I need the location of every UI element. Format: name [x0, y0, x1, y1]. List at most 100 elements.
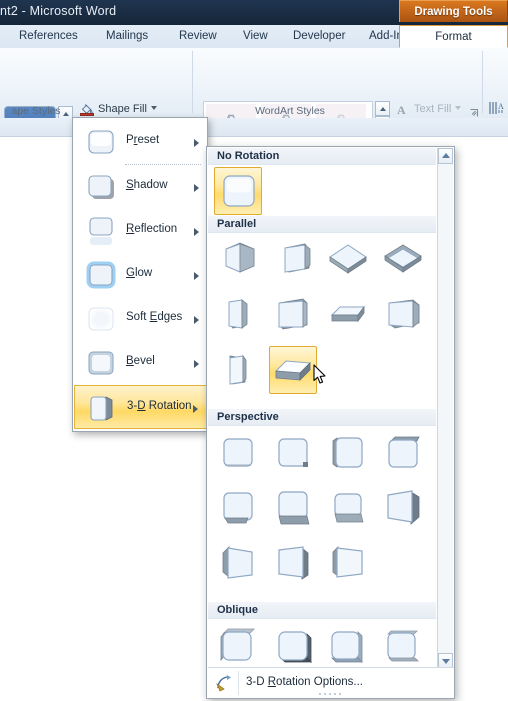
submenu-arrow-icon [193, 405, 198, 413]
text-fill-icon: A [396, 103, 410, 117]
rotation-preset-perspective-11[interactable] [324, 539, 372, 587]
submenu-arrow-icon [194, 272, 199, 280]
rotation-preset-perspective-8[interactable] [379, 484, 427, 532]
rotation-preset-parallel-9[interactable] [214, 346, 262, 394]
contextual-tab-label: Drawing Tools [399, 0, 508, 22]
rotation-thumb-icon [87, 393, 117, 423]
bevel-thumb-icon [86, 348, 116, 378]
menu-item-bevel-label: Bevel [126, 355, 155, 367]
rotation-preset-perspective-10[interactable] [269, 539, 317, 587]
svg-text:A: A [498, 102, 504, 111]
tab-developer[interactable]: Developer [282, 25, 356, 48]
rotation-preset-perspective-1[interactable] [214, 429, 262, 477]
menu-item-preset-label: Preset [126, 134, 160, 146]
menu-item-reflection[interactable]: Reflection [74, 209, 207, 253]
shape-styles-group-label: ape Styles [11, 105, 61, 117]
submenu-arrow-icon [194, 228, 199, 236]
menu-item-glow[interactable]: Glow [74, 253, 207, 297]
gallery-footer[interactable]: 3-D Rotation Options... [208, 667, 454, 697]
menu-item-3d-rotation-label: 3-D Rotation [127, 400, 192, 412]
menu-item-soft-edges[interactable]: Soft Edges [74, 297, 207, 341]
3d-rotation-options-label: 3-D Rotation Options... [246, 676, 363, 688]
rotation-preset-oblique-3[interactable] [324, 622, 372, 669]
resize-gripper[interactable] [319, 692, 343, 696]
rotation-preset-perspective-9[interactable] [214, 539, 262, 587]
group-divider [482, 51, 483, 113]
reflection-thumb-icon [86, 216, 116, 246]
chevron-down-icon[interactable] [150, 106, 157, 110]
rotation-preset-perspective-3[interactable] [324, 429, 372, 477]
soft-edges-thumb-icon [86, 304, 116, 334]
ribbon-tab-strip: References Mailings Review View Develope… [0, 25, 508, 49]
rotation-preset-perspective-7[interactable] [324, 484, 372, 532]
shape-fill-label: Shape Fill [98, 103, 147, 115]
menu-item-shadow-label: Shadow [126, 179, 168, 191]
rotation-options-icon [215, 674, 235, 692]
section-header-no-rotation: No Rotation [208, 148, 436, 165]
rotation-preset-parallel-4[interactable] [379, 236, 427, 284]
rotation-preset-parallel-1[interactable] [214, 236, 262, 284]
tab-references[interactable]: References [8, 25, 89, 48]
shape-effects-menu: Preset Shadow Reflection Glow Soft Edges… [72, 117, 208, 432]
submenu-arrow-icon [194, 360, 199, 368]
rotation-preset-parallel-10[interactable] [269, 346, 317, 394]
shape-fill-color-bar [80, 113, 94, 116]
menu-item-preset[interactable]: Preset [74, 120, 207, 164]
section-header-parallel-label: Parallel [217, 218, 257, 230]
menu-item-bevel[interactable]: Bevel [74, 341, 207, 385]
shape-fill-button[interactable]: Shape Fill [78, 101, 157, 118]
menu-item-3d-rotation[interactable]: 3-D Rotation [74, 385, 207, 429]
wordart-styles-group-label: WordArt Styles [255, 105, 325, 117]
3d-rotation-gallery: No Rotation Parallel Perspective Oblique… [206, 146, 455, 699]
menu-item-glow-label: Glow [126, 267, 153, 279]
rotation-preset-oblique-4[interactable] [379, 622, 427, 669]
section-header-perspective-label: Perspective [217, 411, 279, 423]
submenu-arrow-icon [194, 184, 199, 192]
text-direction-icon[interactable]: A [488, 100, 506, 116]
rotation-preset-parallel-5[interactable] [214, 291, 262, 339]
section-header-parallel: Parallel [208, 216, 436, 233]
footer-divider [238, 671, 239, 695]
submenu-arrow-icon [194, 139, 199, 147]
glow-thumb-icon [86, 260, 116, 290]
menu-item-shadow[interactable]: Shadow [74, 165, 207, 209]
mouse-cursor [313, 364, 327, 385]
rotation-preset-oblique-2[interactable] [269, 622, 317, 669]
wordart-dialog-launcher[interactable] [470, 108, 478, 117]
title-bar: nt2 - Microsoft Word Drawing Tools [0, 0, 508, 25]
rotation-preset-parallel-2[interactable] [269, 236, 317, 284]
section-header-oblique-label: Oblique [217, 604, 258, 616]
text-fill-label: Text Fill [414, 103, 452, 115]
rotation-preset-parallel-6[interactable] [269, 291, 317, 339]
menu-item-soft-edges-label: Soft Edges [126, 311, 183, 323]
section-header-perspective: Perspective [208, 409, 436, 426]
gallery-scroll-view: No Rotation Parallel Perspective Oblique [208, 148, 436, 669]
window-title: nt2 - Microsoft Word [0, 4, 117, 18]
gallery-scrollbar[interactable] [437, 148, 453, 669]
rotation-preset-perspective-5[interactable] [214, 484, 262, 532]
tab-review[interactable]: Review [168, 25, 228, 48]
menu-item-reflection-label: Reflection [126, 223, 178, 235]
tab-format[interactable]: Format [399, 25, 508, 48]
preset-thumb-icon [86, 127, 116, 157]
rotation-preset-perspective-4[interactable] [379, 429, 427, 477]
scroll-up-icon[interactable] [438, 148, 453, 164]
rotation-preset-parallel-3[interactable] [324, 236, 372, 284]
group-divider [192, 51, 193, 113]
rotation-preset-parallel-7[interactable] [324, 291, 372, 339]
shadow-thumb-icon [86, 172, 116, 202]
submenu-arrow-icon [194, 316, 199, 324]
svg-text:A: A [397, 103, 406, 117]
rotation-preset-perspective-6[interactable] [269, 484, 317, 532]
chevron-down-icon[interactable] [455, 106, 462, 110]
rotation-preset-no-rotation[interactable] [214, 167, 262, 215]
tab-mailings[interactable]: Mailings [95, 25, 159, 48]
ribbon: Abc Shape Fill [0, 48, 508, 162]
tab-view[interactable]: View [232, 25, 279, 48]
rotation-preset-parallel-8[interactable] [379, 291, 427, 339]
rotation-preset-perspective-2[interactable] [269, 429, 317, 477]
text-fill-button[interactable]: A Text Fill [394, 101, 462, 118]
rotation-preset-oblique-1[interactable] [214, 622, 262, 669]
section-header-no-rotation-label: No Rotation [217, 150, 280, 162]
word-window: nt2 - Microsoft Word Drawing Tools Refer… [0, 0, 508, 701]
